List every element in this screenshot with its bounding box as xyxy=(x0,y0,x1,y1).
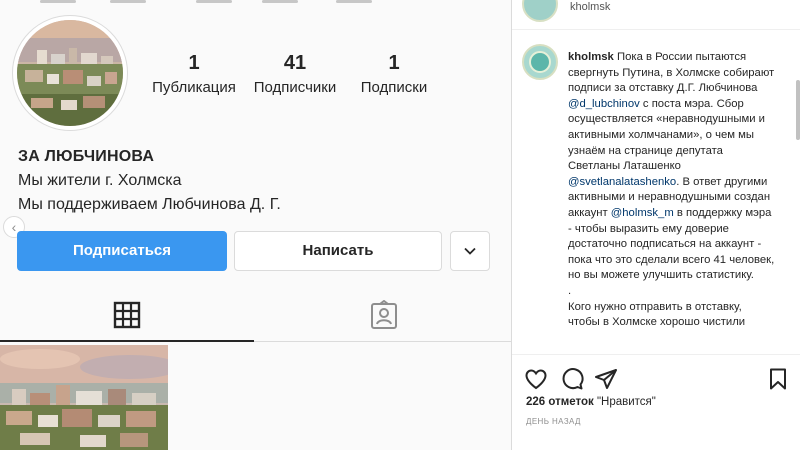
profile-panel: 1 Публикация 41 Подписчики 1 Подписки ЗА… xyxy=(0,0,512,450)
stat-posts: 1 Публикация xyxy=(148,52,240,98)
heart-icon xyxy=(525,369,547,390)
suggested-dropdown-button[interactable] xyxy=(450,231,490,271)
profile-bio: ЗА ЛЮБЧИНОВА Мы жители г. Холмска Мы под… xyxy=(18,146,281,216)
message-button[interactable]: Написать xyxy=(234,231,442,271)
caption-mention[interactable]: @holmsk_m xyxy=(611,207,674,219)
share-button[interactable] xyxy=(594,367,618,391)
caption-area: kholmsk Пока в России пытаются свергнуть… xyxy=(512,40,800,354)
post-header: kholmsk xyxy=(512,0,800,30)
caption-dot: . xyxy=(568,284,572,297)
header-avatar[interactable] xyxy=(522,0,558,22)
stat-followers[interactable]: 41 Подписчики xyxy=(248,52,342,98)
paper-plane-icon xyxy=(595,369,617,389)
likes-count[interactable]: 226 отметок "Нравится" xyxy=(526,396,656,408)
post-actions: 226 отметок "Нравится" день назад xyxy=(512,354,800,450)
like-button[interactable] xyxy=(524,367,548,391)
post-thumbnail[interactable] xyxy=(0,345,168,450)
grid-icon xyxy=(113,301,141,329)
caption-mention[interactable]: @d_lubchinov xyxy=(568,98,640,110)
caption-avatar[interactable] xyxy=(522,44,558,80)
caption-mention[interactable]: @svetlanalatashenko xyxy=(568,176,676,188)
chevron-down-icon xyxy=(464,247,476,255)
tab-tagged[interactable] xyxy=(369,299,399,330)
post-caption: kholmsk Пока в России пытаются свергнуть… xyxy=(568,50,776,331)
active-tab-indicator xyxy=(0,340,254,342)
tagged-icon xyxy=(371,299,397,329)
stat-followers-label: Подписчики xyxy=(253,79,337,96)
header-username[interactable]: kholmsk xyxy=(570,1,610,13)
stat-following-count: 1 xyxy=(388,52,400,74)
avatar-city-photo xyxy=(17,20,123,126)
stat-following[interactable]: 1 Подписки xyxy=(348,52,440,98)
caption-body: Пока в России пытаются свергнуть Путина,… xyxy=(568,51,774,281)
stat-followers-count: 41 xyxy=(283,52,307,74)
post-panel: kholmsk kholmsk Пока в России пытаются с… xyxy=(512,0,800,450)
likes-text: "Нравится" xyxy=(593,396,656,408)
caption-tail: Кого нужно отправить в отставку, чтобы в… xyxy=(568,300,746,329)
caption-author[interactable]: kholmsk xyxy=(568,51,614,63)
stat-posts-label: Публикация xyxy=(152,79,236,96)
bio-line: Мы поддерживаем Любчинова Д. Г. xyxy=(18,196,281,213)
comment-icon xyxy=(562,368,584,390)
post-date: день назад xyxy=(526,417,581,426)
bookmark-icon xyxy=(770,368,786,390)
profile-name: ЗА ЛЮБЧИНОВА xyxy=(18,148,155,165)
likes-number: 226 отметок xyxy=(526,396,594,408)
top-divider xyxy=(0,0,512,6)
post-thumbnail-photo xyxy=(0,345,168,450)
comment-button[interactable] xyxy=(560,367,584,391)
follow-button[interactable]: Подписаться xyxy=(17,231,227,271)
scrollbar[interactable] xyxy=(796,80,800,140)
bio-line: Мы жители г. Холмска xyxy=(18,172,182,189)
profile-avatar[interactable] xyxy=(12,15,128,131)
tab-posts-grid[interactable] xyxy=(112,300,142,330)
stat-following-label: Подписки xyxy=(360,79,428,96)
save-button[interactable] xyxy=(766,367,790,391)
stat-posts-count: 1 xyxy=(188,52,200,74)
